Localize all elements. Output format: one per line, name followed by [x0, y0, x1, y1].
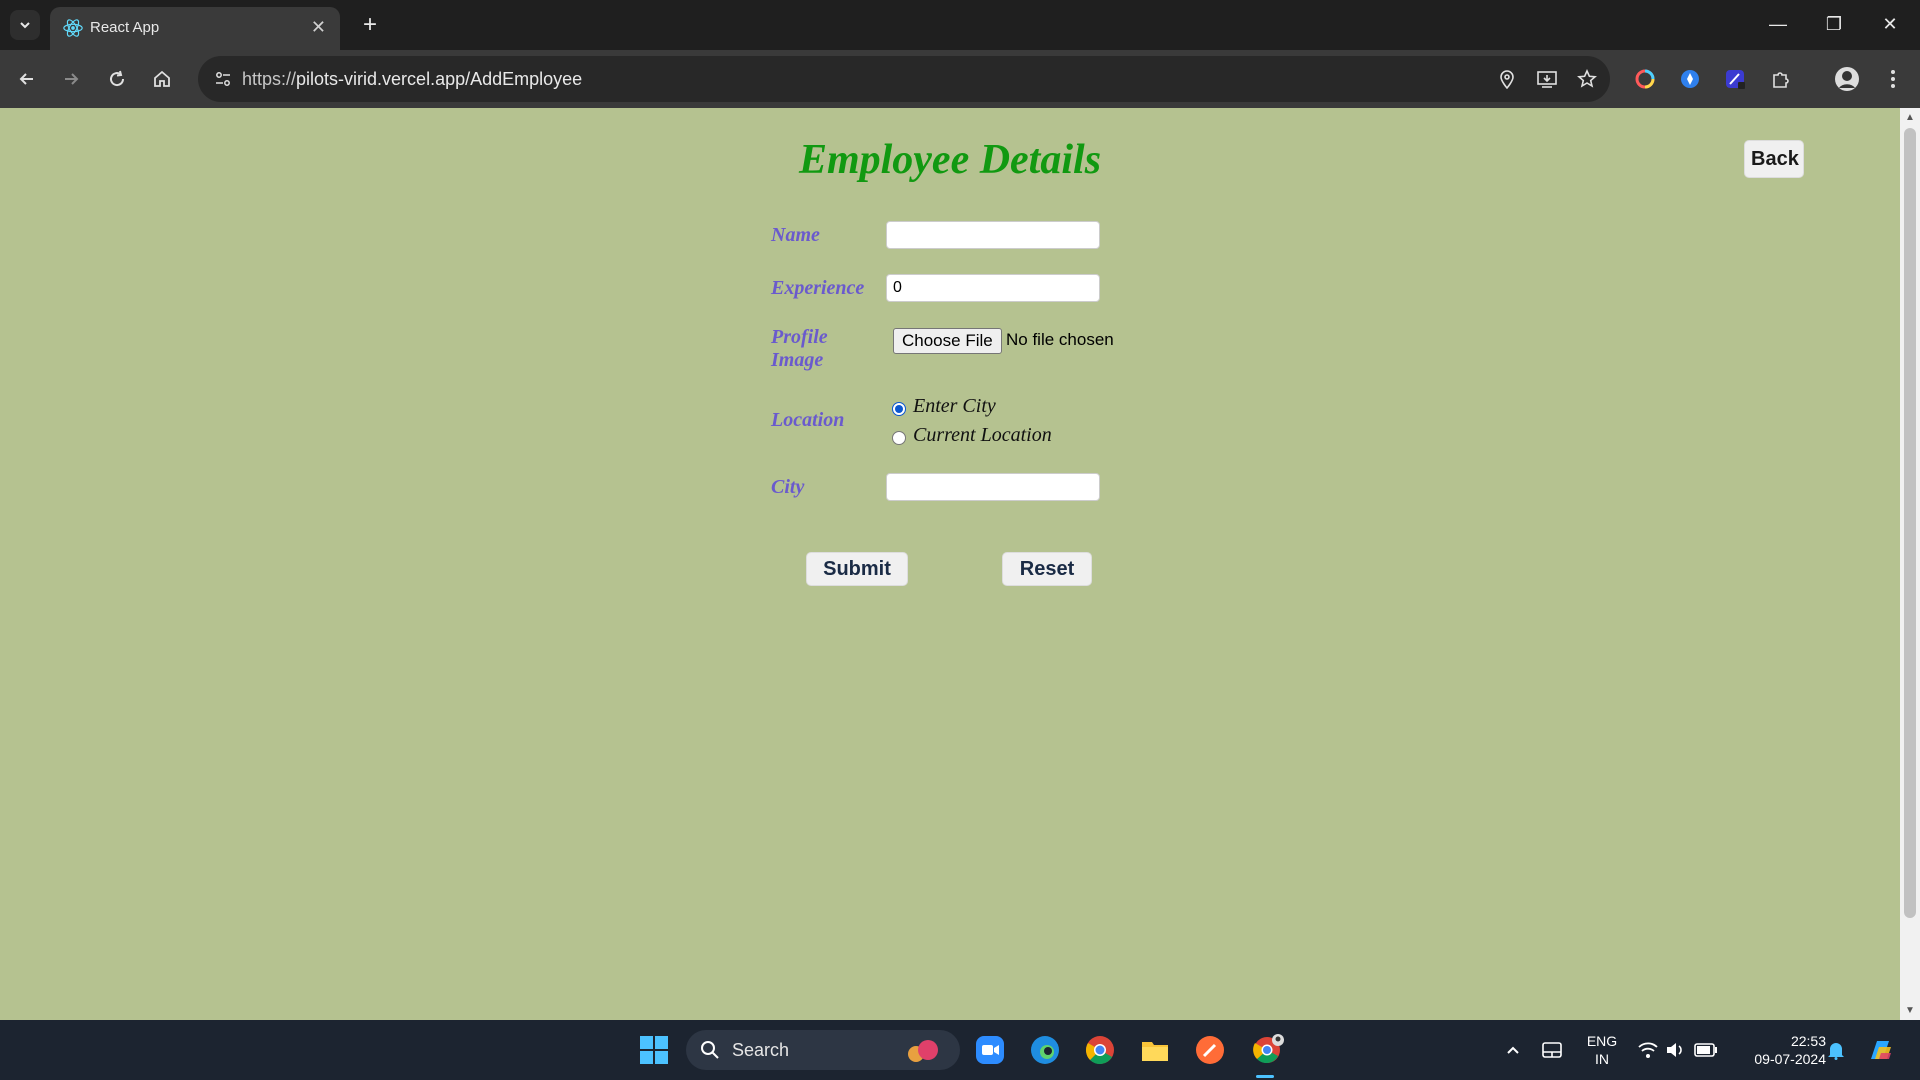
extension-color-ring-icon[interactable] — [1630, 64, 1660, 94]
reload-icon[interactable] — [102, 64, 132, 94]
clock-time: 22:53 — [1790, 1033, 1826, 1049]
chevron-down-icon — [20, 22, 30, 29]
copilot-icon[interactable] — [1862, 1032, 1898, 1068]
radio-enter-city[interactable] — [892, 402, 906, 416]
choose-file-button[interactable]: Choose File — [893, 328, 1002, 354]
tablet-mode-icon[interactable] — [1534, 1032, 1570, 1068]
edge-browser-icon[interactable] — [1027, 1032, 1063, 1068]
radio-current-location-label[interactable]: Current Location — [913, 424, 1052, 447]
search-icon — [701, 1041, 719, 1059]
browser-toolbar: https://pilots-virid.vercel.app/AddEmplo… — [0, 50, 1920, 108]
profile-avatar-icon[interactable] — [1832, 64, 1862, 94]
city-label: City — [771, 476, 805, 498]
chrome-active-icon[interactable] — [1247, 1032, 1291, 1068]
battery-icon[interactable] — [1688, 1032, 1724, 1068]
back-button[interactable]: Back — [1744, 140, 1804, 178]
browser-menu-icon[interactable] — [1878, 64, 1908, 94]
scroll-thumb[interactable] — [1904, 128, 1916, 918]
language-code: ENG — [1586, 1033, 1618, 1049]
extension-drop-icon[interactable] — [1675, 64, 1705, 94]
url-text: https://pilots-virid.vercel.app/AddEmplo… — [242, 69, 583, 89]
postman-icon[interactable] — [1192, 1032, 1228, 1068]
zoom-app-icon[interactable] — [972, 1032, 1008, 1068]
tab-title: React App — [90, 19, 160, 36]
browser-tab-strip: React App ✕ + — ❐ ✕ — [0, 0, 1920, 50]
restore-button[interactable]: ❐ — [1814, 8, 1854, 40]
address-bar[interactable]: https://pilots-virid.vercel.app/AddEmplo… — [198, 56, 1610, 102]
clock-date: 09-07-2024 — [1754, 1051, 1826, 1067]
name-label: Name — [771, 224, 820, 246]
scroll-up-icon[interactable]: ▲ — [1905, 112, 1915, 123]
radio-current-location[interactable] — [892, 431, 906, 445]
reset-button[interactable]: Reset — [1002, 552, 1092, 586]
experience-input[interactable] — [886, 274, 1100, 302]
search-label: Search — [732, 1040, 790, 1060]
file-explorer-icon[interactable] — [1137, 1032, 1173, 1068]
search-highlight-icon — [908, 1040, 938, 1062]
profile-image-label-line1: Profile — [771, 326, 828, 348]
notification-bell-icon[interactable] — [1818, 1032, 1854, 1068]
page-scrollbar[interactable]: ▲ ▼ — [1900, 108, 1920, 1020]
extensions-puzzle-icon[interactable] — [1766, 64, 1796, 94]
close-window-button[interactable]: ✕ — [1870, 8, 1910, 40]
clock[interactable]: 22:53 09-07-2024 — [1732, 1032, 1826, 1068]
back-nav-icon[interactable] — [12, 64, 42, 94]
site-info-icon[interactable] — [208, 64, 238, 94]
file-status-text: No file chosen — [1006, 330, 1114, 349]
active-app-indicator — [1256, 1075, 1274, 1078]
new-tab-button[interactable]: + — [355, 10, 385, 40]
page-title: Employee Details — [798, 137, 1102, 183]
name-input[interactable] — [886, 221, 1100, 249]
city-input[interactable] — [886, 473, 1100, 501]
taskbar-search[interactable]: Search — [686, 1030, 960, 1070]
location-label: Location — [771, 409, 845, 431]
forward-nav-icon[interactable] — [56, 64, 86, 94]
extension-pen-icon[interactable] — [1720, 64, 1750, 94]
radio-enter-city-label[interactable]: Enter City — [913, 395, 996, 418]
minimize-button[interactable]: — — [1758, 8, 1798, 40]
scroll-down-icon[interactable]: ▼ — [1905, 1005, 1915, 1016]
experience-label: Experience — [771, 277, 865, 299]
react-logo-icon — [63, 19, 83, 37]
windows-taskbar: Search ENG IN 22:53 09-07-2024 — [0, 1020, 1920, 1080]
language-region: IN — [1595, 1051, 1609, 1067]
profile-image-label-line2: Image — [771, 349, 824, 371]
submit-button[interactable]: Submit — [806, 552, 908, 586]
language-indicator[interactable]: ENG IN — [1580, 1032, 1624, 1068]
page-content: Employee Details Back Name Experience Pr… — [0, 108, 1900, 1020]
install-app-icon[interactable] — [1532, 64, 1562, 94]
chrome-icon[interactable] — [1082, 1032, 1118, 1068]
bookmark-star-icon[interactable] — [1572, 64, 1602, 94]
close-tab-icon[interactable]: ✕ — [311, 17, 326, 38]
home-icon[interactable] — [147, 64, 177, 94]
chevron-up-icon[interactable] — [1495, 1032, 1531, 1068]
windows-start-icon[interactable] — [636, 1032, 672, 1068]
location-pin-icon[interactable] — [1492, 64, 1522, 94]
tab-search-button[interactable] — [10, 10, 40, 40]
tab-react-app[interactable]: React App ✕ — [50, 7, 340, 50]
